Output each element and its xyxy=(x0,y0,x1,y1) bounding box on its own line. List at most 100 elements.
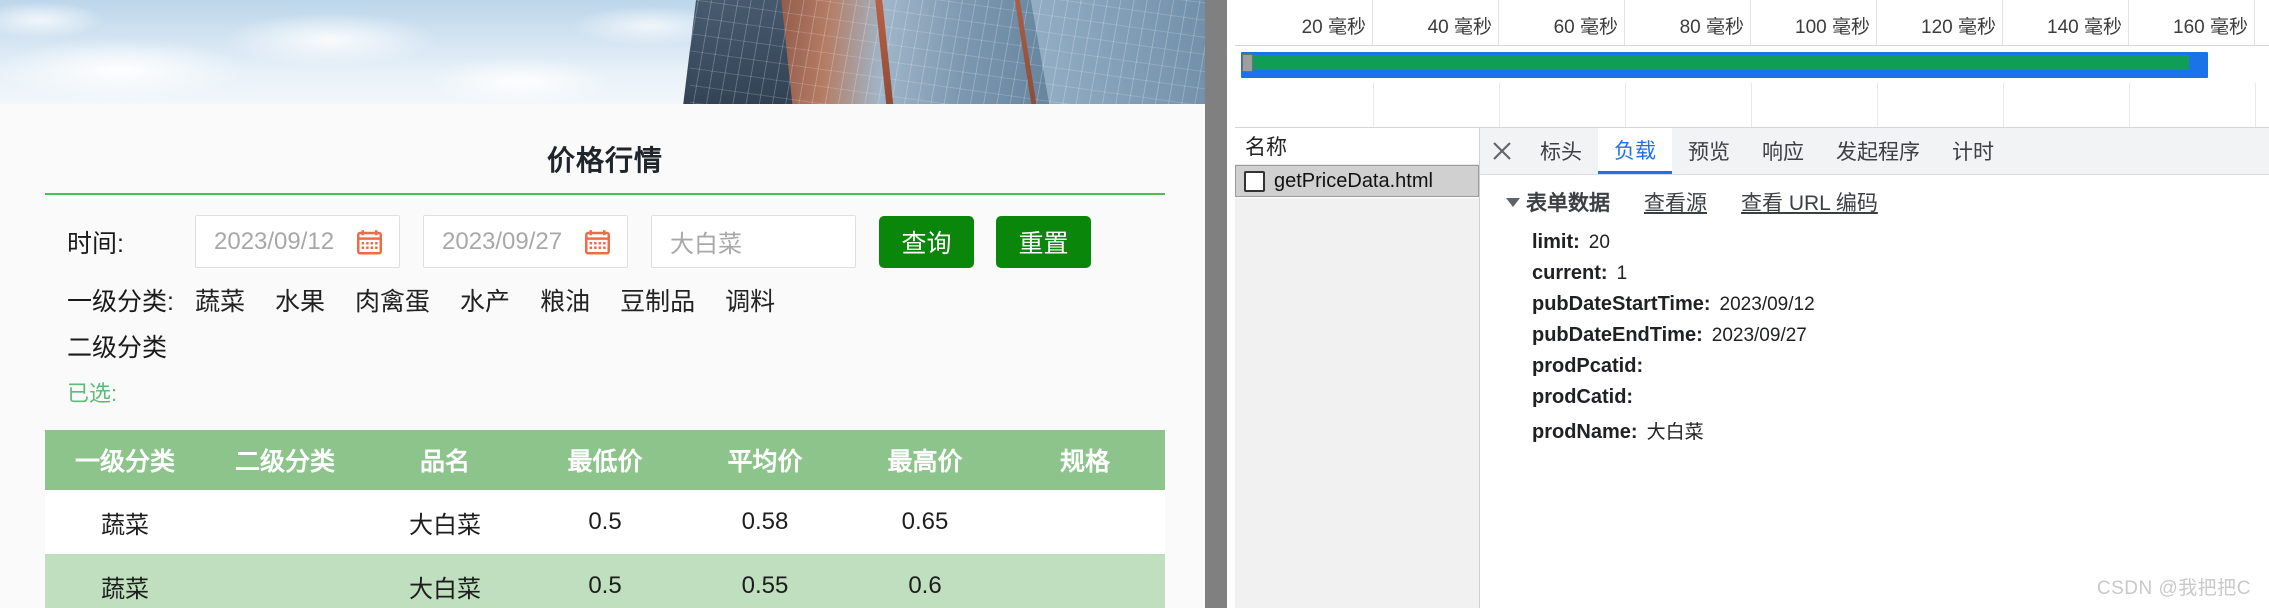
time-filter-row: 时间: 2023/09/12 2023/09/27 大白菜 查询 重置 xyxy=(45,215,1165,268)
timeline-tick: 160 毫秒 xyxy=(2129,0,2255,45)
timeline-tick: 40 毫秒 xyxy=(1373,0,1499,45)
payload-value: 2023/09/27 xyxy=(1711,325,1807,346)
network-panel: 名称 getPriceData.html 标头 负载 预览 响应 发起程序 计时… xyxy=(1235,128,2269,608)
cell-secondary-category xyxy=(205,490,365,554)
selected-label: 已选: xyxy=(67,381,118,406)
payload-key: limit: xyxy=(1532,231,1580,253)
cell-max-price: 0.65 xyxy=(845,490,1005,554)
selected-row: 已选: xyxy=(45,376,1165,408)
cell-product-name: 大白菜 xyxy=(365,554,525,608)
request-list-empty-area xyxy=(1235,198,1479,608)
category-link-5[interactable]: 豆制品 xyxy=(620,282,695,318)
timeline-tick: 100 毫秒 xyxy=(1751,0,1877,45)
table-row: 蔬菜 大白菜 0.5 0.55 0.6 xyxy=(45,554,1165,608)
form-data-title: 表单数据 xyxy=(1526,192,1610,215)
payload-key: prodPcatid: xyxy=(1532,355,1644,377)
time-label: 时间: xyxy=(67,229,124,258)
payload-key: pubDateStartTime: xyxy=(1532,293,1711,315)
cell-avg-price: 0.58 xyxy=(685,490,845,554)
close-icon[interactable] xyxy=(1480,128,1524,174)
payload-value: 1 xyxy=(1616,263,1628,284)
search-button[interactable]: 查询 xyxy=(879,215,974,268)
timeline-tick-label: 160 毫秒 xyxy=(2173,17,2248,38)
screenshot-root: 价格行情 时间: 2023/09/12 2023/09/27 大白菜 查询 重置… xyxy=(0,0,2269,608)
category-link-2[interactable]: 肉禽蛋 xyxy=(355,282,430,318)
table-row: 蔬菜 大白菜 0.5 0.58 0.65 xyxy=(45,490,1165,554)
pane-divider xyxy=(1227,0,1235,608)
payload-entry: current: 1 xyxy=(1506,258,2269,289)
banner-sky-clouds xyxy=(0,0,760,104)
request-list-item[interactable]: getPriceData.html xyxy=(1235,165,1479,197)
tab-timing[interactable]: 计时 xyxy=(1936,128,2010,174)
payload-key: prodName: xyxy=(1532,421,1638,443)
calendar-icon[interactable] xyxy=(356,228,383,256)
col-header-avg-price: 平均价 xyxy=(685,430,845,490)
chevron-down-icon[interactable] xyxy=(1506,197,1520,207)
cell-spec xyxy=(1005,554,1165,608)
secondary-category-row: 二级分类 xyxy=(45,328,1165,364)
end-date-input[interactable]: 2023/09/27 xyxy=(423,215,628,268)
checkbox-icon[interactable] xyxy=(1244,170,1265,192)
secondary-category-label: 二级分类 xyxy=(67,334,168,362)
timeline-tick-label: 20 毫秒 xyxy=(1301,17,1366,38)
payload-entry: pubDateStartTime: 2023/09/12 xyxy=(1506,289,2269,320)
col-header-primary-category: 一级分类 xyxy=(45,430,205,490)
price-query-card: 价格行情 时间: 2023/09/12 2023/09/27 大白菜 查询 重置… xyxy=(45,133,1165,608)
form-data-section-header: 表单数据 查看源 查看 URL 编码 xyxy=(1506,187,2269,217)
category-link-0[interactable]: 蔬菜 xyxy=(195,282,245,318)
calendar-icon[interactable] xyxy=(584,228,611,256)
timeline-ruler: 20 毫秒 40 毫秒 60 毫秒 80 毫秒 100 毫秒 120 毫秒 14… xyxy=(1235,0,2269,46)
tab-preview[interactable]: 预览 xyxy=(1672,128,1746,174)
cell-primary-category: 蔬菜 xyxy=(45,554,205,608)
hero-banner-image xyxy=(0,0,1205,104)
timeline-tick: 80 毫秒 xyxy=(1625,0,1751,45)
cell-spec xyxy=(1005,490,1165,554)
col-header-spec: 规格 xyxy=(1005,430,1165,490)
keyword-input[interactable]: 大白菜 xyxy=(651,215,856,268)
request-name: getPriceData.html xyxy=(1274,169,1433,192)
tab-response[interactable]: 响应 xyxy=(1746,128,1820,174)
keyword-placeholder: 大白菜 xyxy=(670,231,742,258)
col-header-secondary-category: 二级分类 xyxy=(205,430,365,490)
payload-panel: 表单数据 查看源 查看 URL 编码 limit: 20 current: 1 xyxy=(1480,175,2269,595)
query-form: 时间: 2023/09/12 2023/09/27 大白菜 查询 重置 一级分类… xyxy=(45,195,1165,408)
price-table: 一级分类 二级分类 品名 最低价 平均价 最高价 规格 蔬菜 大白菜 0.5 0… xyxy=(45,430,1165,608)
cell-product-name: 大白菜 xyxy=(365,490,525,554)
cell-secondary-category xyxy=(205,554,365,608)
tab-initiator[interactable]: 发起程序 xyxy=(1820,128,1936,174)
view-source-link[interactable]: 查看源 xyxy=(1644,187,1707,217)
cell-avg-price: 0.55 xyxy=(685,554,845,608)
tab-headers[interactable]: 标头 xyxy=(1524,128,1598,174)
payload-entry: pubDateEndTime: 2023/09/27 xyxy=(1506,320,2269,351)
network-overview-timeline: 20 毫秒 40 毫秒 60 毫秒 80 毫秒 100 毫秒 120 毫秒 14… xyxy=(1235,0,2269,128)
payload-entry: prodPcatid: xyxy=(1506,351,2269,382)
col-header-min-price: 最低价 xyxy=(525,430,685,490)
tab-payload[interactable]: 负载 xyxy=(1598,128,1672,174)
payload-entry: limit: 20 xyxy=(1506,227,2269,258)
timeline-tick-label: 140 毫秒 xyxy=(2047,17,2122,38)
view-url-encoded-link[interactable]: 查看 URL 编码 xyxy=(1741,187,1878,217)
cell-min-price: 0.5 xyxy=(525,490,685,554)
cell-min-price: 0.5 xyxy=(525,554,685,608)
reset-button[interactable]: 重置 xyxy=(996,215,1091,268)
timeline-tick: 20 毫秒 xyxy=(1235,0,1373,45)
timeline-tick: 140 毫秒 xyxy=(2003,0,2129,45)
category-link-1[interactable]: 水果 xyxy=(275,282,325,318)
page-vertical-scrollbar[interactable] xyxy=(1205,0,1227,608)
start-date-value: 2023/09/12 xyxy=(214,227,335,255)
watermark: CSDN @我把把C xyxy=(2096,578,2251,599)
category-link-3[interactable]: 水产 xyxy=(460,282,510,318)
primary-category-row: 一级分类: 蔬菜 水果 肉禽蛋 水产 粮油 豆制品 调料 xyxy=(45,282,1165,318)
category-link-6[interactable]: 调料 xyxy=(725,282,775,318)
category-link-4[interactable]: 粮油 xyxy=(540,282,590,318)
payload-key: current: xyxy=(1532,262,1608,284)
primary-category-links: 蔬菜 水果 肉禽蛋 水产 粮油 豆制品 调料 xyxy=(195,282,805,318)
request-list-column: 名称 getPriceData.html xyxy=(1235,128,1480,608)
primary-category-label: 一级分类: xyxy=(67,288,174,316)
payload-value: 2023/09/12 xyxy=(1719,294,1815,315)
start-date-input[interactable]: 2023/09/12 xyxy=(195,215,400,268)
end-date-value: 2023/09/27 xyxy=(442,227,563,255)
request-detail-column: 标头 负载 预览 响应 发起程序 计时 表单数据 查看源 查看 URL 编码 l… xyxy=(1480,128,2269,608)
payload-value: 大白菜 xyxy=(1646,422,1704,443)
payload-key: pubDateEndTime: xyxy=(1532,324,1703,346)
